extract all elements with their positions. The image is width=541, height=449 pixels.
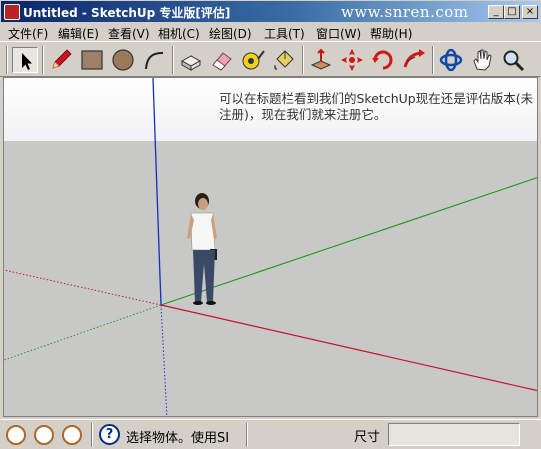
- red-axis-negative: [4, 269, 162, 306]
- eraser-icon[interactable]: [209, 47, 235, 73]
- menu-help[interactable]: 帮助(H): [370, 25, 412, 42]
- title-bar[interactable]: Untitled - SketchUp 专业版[评估] www.snren.co…: [0, 0, 541, 23]
- menu-edit[interactable]: 编辑(E): [58, 25, 99, 42]
- minimize-button[interactable]: _: [488, 5, 504, 19]
- model-scene: [4, 78, 537, 416]
- blue-axis: [152, 78, 162, 306]
- person-figure: [187, 193, 217, 305]
- paint-bucket-icon[interactable]: [271, 47, 297, 73]
- tape-measure-icon[interactable]: [240, 47, 266, 73]
- menu-view[interactable]: 查看(V): [108, 25, 150, 42]
- move-icon[interactable]: [339, 47, 365, 73]
- measurement-input[interactable]: [388, 423, 520, 446]
- arc-icon[interactable]: [141, 47, 167, 73]
- menu-draw[interactable]: 绘图(D): [209, 25, 252, 42]
- main-toolbar: [0, 41, 541, 77]
- menu-bar: 文件(F) 编辑(E) 查看(V) 相机(C) 绘图(D) 工具(T) 窗口(W…: [0, 23, 541, 41]
- status-bar: ? 选择物体。使用SI 尺寸: [0, 419, 541, 449]
- green-axis: [160, 177, 537, 306]
- follow-me-icon[interactable]: [401, 47, 427, 73]
- pencil-icon[interactable]: [48, 47, 74, 73]
- red-axis: [160, 304, 537, 392]
- make-component-icon[interactable]: [178, 47, 204, 73]
- geo-location-icon[interactable]: [6, 425, 26, 445]
- blue-axis-negative: [160, 304, 168, 416]
- menu-file[interactable]: 文件(F): [8, 25, 48, 42]
- watermark-text: www.snren.com: [341, 3, 469, 21]
- orbit-icon[interactable]: [438, 47, 464, 73]
- close-button[interactable]: ×: [522, 5, 538, 19]
- push-pull-icon[interactable]: [308, 47, 334, 73]
- zoom-icon[interactable]: [500, 47, 526, 73]
- rectangle-icon[interactable]: [79, 47, 105, 73]
- pan-hand-icon[interactable]: [469, 47, 495, 73]
- sketchup-app-icon[interactable]: [4, 4, 20, 20]
- status-message: 选择物体。使用SI: [126, 431, 230, 446]
- select-arrow-icon[interactable]: [12, 47, 38, 73]
- credits-icon[interactable]: [34, 425, 54, 445]
- user-icon[interactable]: [62, 425, 82, 445]
- annotation-text: 可以在标题栏看到我们的SketchUp现在还是评估版本(未注册)，现在我们就来注…: [219, 91, 534, 122]
- rotate-icon[interactable]: [370, 47, 396, 73]
- maximize-button[interactable]: □: [504, 5, 520, 19]
- toolbar-grip[interactable]: [6, 46, 8, 74]
- green-axis-negative: [4, 304, 162, 361]
- menu-tools[interactable]: 工具(T): [264, 25, 305, 42]
- window-title: Untitled - SketchUp 专业版[评估]: [23, 6, 231, 20]
- menu-window[interactable]: 窗口(W): [316, 25, 361, 42]
- menu-camera[interactable]: 相机(C): [158, 25, 200, 42]
- measurement-label: 尺寸: [354, 430, 381, 445]
- drawing-viewport[interactable]: 可以在标题栏看到我们的SketchUp现在还是评估版本(未注册)，现在我们就来注…: [3, 77, 538, 417]
- circle-icon[interactable]: [110, 47, 136, 73]
- help-icon[interactable]: ?: [99, 424, 120, 445]
